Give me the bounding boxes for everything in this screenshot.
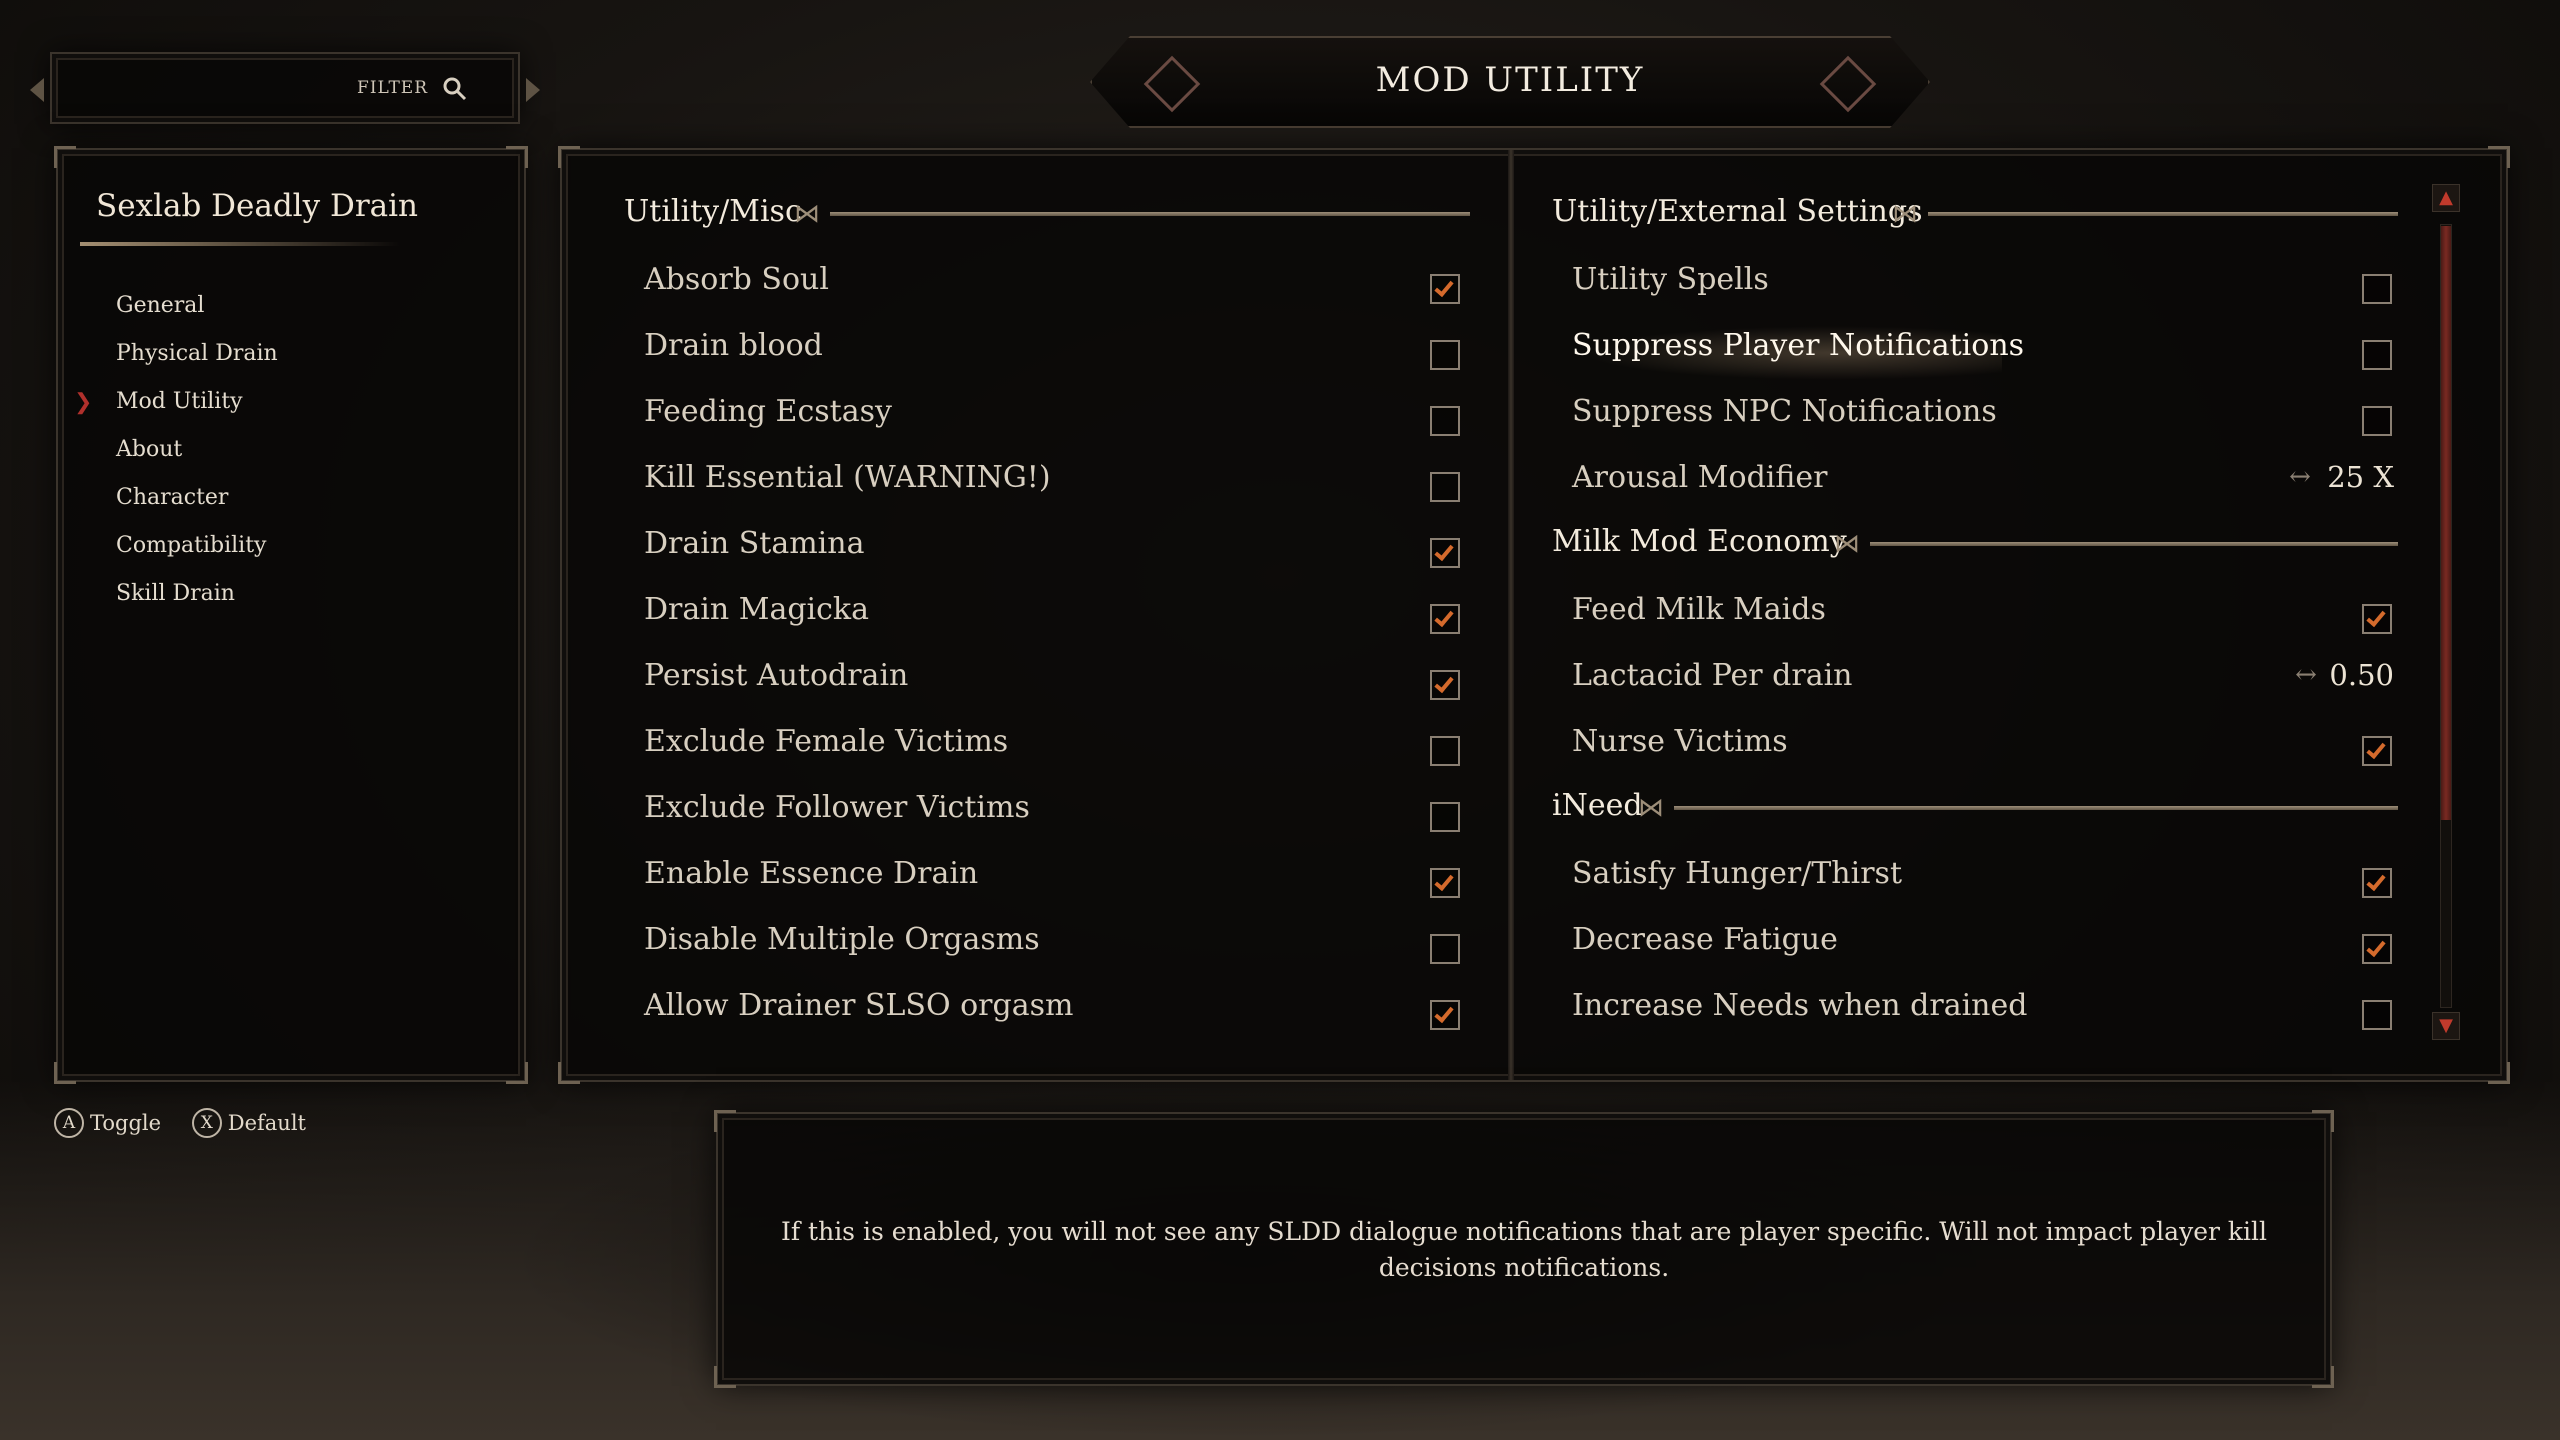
filter-box[interactable]: FILTER: [30, 52, 540, 124]
nav-item-label: Compatibility: [116, 533, 267, 558]
option-arousal-modifier[interactable]: Arousal Modifier: [1572, 460, 1827, 495]
option-exclude-follower-victims[interactable]: Exclude Follower Victims: [644, 790, 1030, 825]
nav-item-skill-drain[interactable]: Skill Drain: [116, 570, 278, 618]
nav-item-label: Character: [116, 485, 229, 510]
nav-item-physical-drain[interactable]: Physical Drain: [116, 330, 278, 378]
section-divider: [1870, 542, 2398, 546]
button-hints: A Toggle X Default: [54, 1108, 330, 1138]
mod-name: Sexlab Deadly Drain: [96, 188, 419, 224]
nav-item-label: General: [116, 293, 205, 318]
scrollbar[interactable]: ▲ ▼: [2428, 184, 2464, 1048]
checkbox-utility-spells[interactable]: [2362, 274, 2392, 304]
section-header-utility-misc: Utility/Misc: [624, 194, 802, 229]
section-divider: [1674, 806, 2398, 810]
arousal-modifier-value: 25 X: [2327, 460, 2394, 494]
a-button-icon: A: [54, 1108, 84, 1138]
section-header-ineed: iNeed: [1552, 788, 1643, 823]
checkbox-kill-essential-warning[interactable]: [1430, 472, 1460, 502]
page-title: MOD UTILITY: [1375, 60, 1645, 100]
checkbox-disable-multiple-orgasms[interactable]: [1430, 934, 1460, 964]
checkbox-suppress-npc-notifications[interactable]: [2362, 406, 2392, 436]
description-panel: If this is enabled, you will not see any…: [714, 1110, 2334, 1388]
checkbox-decrease-fatigue[interactable]: [2362, 934, 2392, 964]
filter-label: FILTER: [357, 78, 428, 98]
checkbox-persist-autodrain[interactable]: [1430, 670, 1460, 700]
option-utility-spells[interactable]: Utility Spells: [1572, 262, 1769, 297]
option-drain-magicka[interactable]: Drain Magicka: [644, 592, 869, 627]
selection-marker-icon: ❯: [74, 390, 93, 415]
nav-panel: Sexlab Deadly Drain General Physical Dra…: [54, 146, 528, 1084]
option-exclude-female-victims[interactable]: Exclude Female Victims: [644, 724, 1008, 759]
option-disable-multiple-orgasms[interactable]: Disable Multiple Orgasms: [644, 922, 1040, 957]
nav-item-label: Mod Utility: [116, 389, 243, 414]
header-ornament-icon: ⋈: [1638, 793, 1664, 823]
nav-item-label: Physical Drain: [116, 341, 278, 366]
option-increase-needs[interactable]: Increase Needs when drained: [1572, 988, 2027, 1023]
search-icon[interactable]: [442, 76, 468, 102]
header-ornament-icon: ⋈: [794, 199, 820, 229]
nav-item-general[interactable]: General: [116, 282, 278, 330]
lactacid-value: 0.50: [2329, 658, 2394, 692]
nav-item-about[interactable]: About: [116, 426, 278, 474]
checkbox-suppress-player-notifications[interactable]: [2362, 340, 2392, 370]
nav-item-compatibility[interactable]: Compatibility: [116, 522, 278, 570]
nav-list: General Physical Drain ❯ Mod Utility Abou…: [74, 282, 278, 618]
section-header-milk-mod: Milk Mod Economy: [1552, 524, 1847, 559]
checkbox-feeding-ecstasy[interactable]: [1430, 406, 1460, 436]
option-decrease-fatigue[interactable]: Decrease Fatigue: [1572, 922, 1838, 957]
nav-item-character[interactable]: Character: [116, 474, 278, 522]
hint-toggle[interactable]: A Toggle: [54, 1108, 161, 1138]
option-allow-drainer-slso-orgasm[interactable]: Allow Drainer SLSO orgasm: [644, 988, 1073, 1023]
scroll-thumb[interactable]: [2441, 226, 2451, 820]
option-suppress-npc-notifications[interactable]: Suppress NPC Notifications: [1572, 394, 1997, 429]
header-ornament-icon: ⋈: [1834, 529, 1860, 559]
checkbox-feed-milk-maids[interactable]: [2362, 604, 2392, 634]
mod-name-underline: [80, 242, 400, 246]
hint-default[interactable]: X Default: [191, 1108, 306, 1138]
section-divider: [1928, 212, 2398, 216]
checkbox-exclude-female-victims[interactable]: [1430, 736, 1460, 766]
header-ornament-icon: ⋈: [1892, 199, 1918, 229]
scroll-down-icon[interactable]: ▼: [2432, 1012, 2460, 1040]
nav-item-label: Skill Drain: [116, 581, 235, 606]
title-bar: MOD UTILITY: [1090, 36, 1930, 128]
option-kill-essential-warning[interactable]: Kill Essential (WARNING!): [644, 460, 1051, 495]
option-feed-milk-maids[interactable]: Feed Milk Maids: [1572, 592, 1826, 627]
option-lactacid-per-drain[interactable]: Lactacid Per drain: [1572, 658, 1853, 693]
checkbox-allow-drainer-slso-orgasm[interactable]: [1430, 1000, 1460, 1030]
checkbox-nurse-victims[interactable]: [2362, 736, 2392, 766]
section-header-utility-external: Utility/External Settings: [1552, 194, 1923, 229]
checkbox-drain-magicka[interactable]: [1430, 604, 1460, 634]
nav-item-label: About: [116, 437, 183, 462]
section-divider: [830, 212, 1470, 216]
checkbox-satisfy-hunger-thirst[interactable]: [2362, 868, 2392, 898]
scroll-up-icon[interactable]: ▲: [2432, 184, 2460, 212]
checkbox-drain-stamina[interactable]: [1430, 538, 1460, 568]
option-drain-stamina[interactable]: Drain Stamina: [644, 526, 864, 561]
checkbox-increase-needs[interactable]: [2362, 1000, 2392, 1030]
settings-panel: Utility/Misc ⋈ Absorb Soul Drain blood Fee…: [558, 146, 2510, 1084]
column-divider: [1508, 150, 1514, 1080]
option-feeding-ecstasy[interactable]: Feeding Ecstasy: [644, 394, 892, 429]
hint-toggle-label: Toggle: [90, 1111, 162, 1135]
x-button-icon: X: [191, 1108, 222, 1138]
description-text: If this is enabled, you will not see any…: [780, 1217, 2268, 1282]
checkbox-drain-blood[interactable]: [1430, 340, 1460, 370]
option-suppress-player-notifications[interactable]: Suppress Player Notifications: [1572, 328, 2024, 363]
checkbox-enable-essence-drain[interactable]: [1430, 868, 1460, 898]
option-absorb-soul[interactable]: Absorb Soul: [644, 262, 829, 297]
filter-left-ornament: [30, 78, 44, 102]
hint-default-label: Default: [227, 1111, 306, 1135]
option-nurse-victims[interactable]: Nurse Victims: [1572, 724, 1788, 759]
checkbox-absorb-soul[interactable]: [1430, 274, 1460, 304]
option-persist-autodrain[interactable]: Persist Autodrain: [644, 658, 908, 693]
option-satisfy-hunger-thirst[interactable]: Satisfy Hunger/Thirst: [1572, 856, 1902, 891]
option-enable-essence-drain[interactable]: Enable Essence Drain: [644, 856, 978, 891]
filter-right-ornament: [526, 78, 540, 102]
nav-item-mod-utility[interactable]: ❯ Mod Utility: [74, 378, 278, 426]
checkbox-exclude-follower-victims[interactable]: [1430, 802, 1460, 832]
option-drain-blood[interactable]: Drain blood: [644, 328, 823, 363]
